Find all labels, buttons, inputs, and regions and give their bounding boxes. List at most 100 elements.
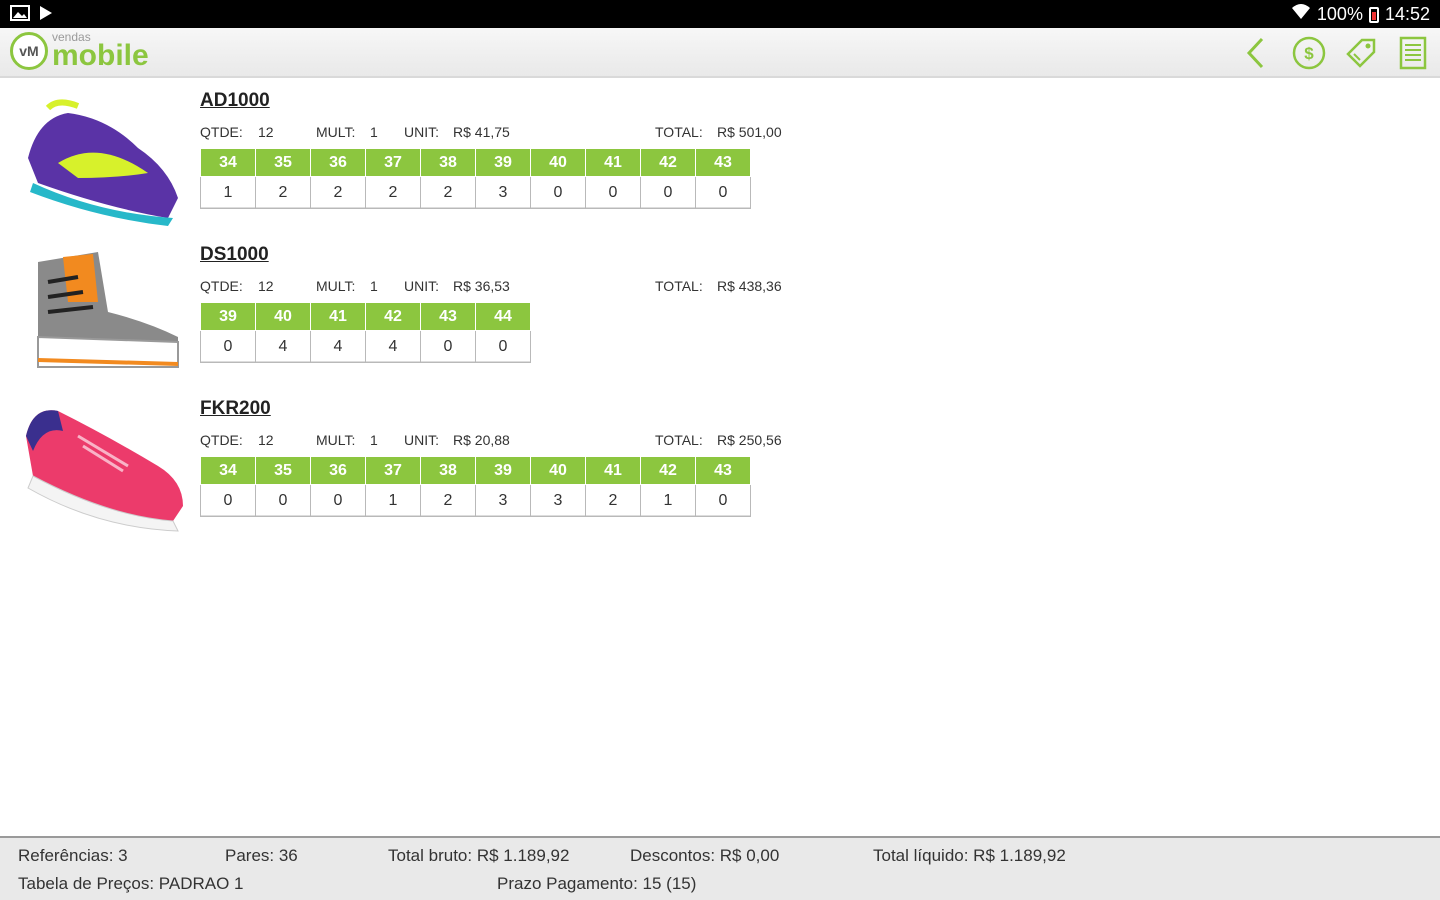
quantity-cell[interactable]: 0 [695,176,751,209]
status-bar-right: 100% 14:52 [1291,3,1430,26]
price-tag-button[interactable] [1344,36,1378,70]
unit-label: UNIT: [404,278,439,294]
size-cell: 34 [200,456,256,485]
total-bruto: Total bruto: R$ 1.189,92 [388,846,570,865]
qtde-value: 12 [258,432,274,448]
sizes-row: 34 35 36 37 38 39 40 41 42 43 [200,148,751,177]
quantity-cell[interactable]: 4 [310,330,366,363]
battery-icon [1368,6,1379,23]
app-bar: vM vendas mobile $ [0,28,1440,78]
product-image [28,99,178,226]
mult-value: 1 [370,124,378,140]
quantity-row: 1 2 2 2 2 3 0 0 0 0 [200,176,751,209]
size-cell: 35 [255,148,311,177]
quantity-cell[interactable]: 0 [200,330,256,363]
payment-button[interactable]: $ [1292,36,1326,70]
unit-value: R$ 20,88 [453,432,510,448]
product-meta: QTDE: 12 MULT: 1 UNIT: R$ 20,88 TOTAL: R… [200,432,800,450]
size-cell: 34 [200,148,256,177]
mult-value: 1 [370,278,378,294]
size-cell: 42 [640,148,696,177]
product-ref[interactable]: DS1000 [200,244,269,266]
app-bar-actions: $ [1240,36,1430,70]
size-grid: 39 40 41 42 43 44 0 4 4 4 0 0 [200,302,531,363]
mult-label: MULT: [316,432,356,448]
descontos: Descontos: R$ 0,00 [630,846,780,865]
quantity-cell[interactable]: 2 [585,484,641,517]
order-summary-footer: Referências: 3 Pares: 36 Total bruto: R$… [0,836,1440,900]
product-ref[interactable]: FKR200 [200,398,271,420]
quantity-cell[interactable]: 0 [695,484,751,517]
prazo-pagamento: Prazo Pagamento: 15 (15) [497,874,697,893]
status-bar-left [10,5,54,26]
quantity-cell[interactable]: 2 [420,176,476,209]
unit-value: R$ 41,75 [453,124,510,140]
play-store-icon [38,5,54,26]
product-row[interactable]: AD1000 QTDE: 12 MULT: 1 UNIT: R$ 41,75 T… [0,88,900,238]
total-value: R$ 501,00 [717,124,782,140]
status-bar: 100% 14:52 [0,0,1440,28]
product-meta: QTDE: 12 MULT: 1 UNIT: R$ 41,75 TOTAL: R… [200,124,800,142]
quantity-cell[interactable]: 3 [530,484,586,517]
logo-mark: vM [10,32,48,70]
unit-label: UNIT: [404,124,439,140]
quantity-cell[interactable]: 2 [365,176,421,209]
quantity-cell[interactable]: 2 [255,176,311,209]
size-cell: 39 [475,148,531,177]
size-cell: 39 [475,456,531,485]
logo-text: vendas mobile [52,31,149,71]
app-logo: vM vendas mobile [10,31,149,71]
size-cell: 35 [255,456,311,485]
total-value: R$ 250,56 [717,432,782,448]
quantity-cell[interactable]: 0 [255,484,311,517]
image-icon [10,5,30,26]
size-cell: 39 [200,302,256,331]
size-cell: 43 [420,302,476,331]
product-meta: QTDE: 12 MULT: 1 UNIT: R$ 36,53 TOTAL: R… [200,278,800,296]
product-row[interactable]: DS1000 QTDE: 12 MULT: 1 UNIT: R$ 36,53 T… [0,242,900,392]
product-row[interactable]: FKR200 QTDE: 12 MULT: 1 UNIT: R$ 20,88 T… [0,396,900,546]
quantity-cell[interactable]: 2 [310,176,366,209]
quantity-cell[interactable]: 3 [475,484,531,517]
size-cell: 38 [420,148,476,177]
quantity-row: 0 0 0 1 2 3 3 2 1 0 [200,484,751,517]
quantity-cell[interactable]: 0 [420,330,476,363]
size-cell: 41 [310,302,366,331]
quantity-cell[interactable]: 0 [585,176,641,209]
quantity-row: 0 4 4 4 0 0 [200,330,531,363]
quantity-cell[interactable]: 3 [475,176,531,209]
total-value: R$ 438,36 [717,278,782,294]
back-icon [1246,37,1264,69]
list-icon [1399,36,1427,70]
size-cell: 40 [530,456,586,485]
size-cell: 38 [420,456,476,485]
quantity-cell[interactable]: 0 [475,330,531,363]
size-grid: 34 35 36 37 38 39 40 41 42 43 0 0 0 1 2 … [200,456,751,517]
mult-value: 1 [370,432,378,448]
quantity-cell[interactable]: 4 [365,330,421,363]
quantity-cell[interactable]: 1 [365,484,421,517]
total-label: TOTAL: [655,432,703,448]
qtde-label: QTDE: [200,432,243,448]
quantity-cell[interactable]: 0 [640,176,696,209]
quantity-cell[interactable]: 0 [310,484,366,517]
size-cell: 44 [475,302,531,331]
quantity-cell[interactable]: 1 [640,484,696,517]
size-cell: 41 [585,456,641,485]
wifi-icon [1291,3,1311,26]
logo-big-text: mobile [52,39,149,72]
size-cell: 41 [585,148,641,177]
order-list-button[interactable] [1396,36,1430,70]
clock: 14:52 [1384,4,1430,24]
sizes-row: 39 40 41 42 43 44 [200,302,531,331]
quantity-cell[interactable]: 0 [200,484,256,517]
total-label: TOTAL: [655,124,703,140]
size-cell: 37 [365,148,421,177]
quantity-cell[interactable]: 4 [255,330,311,363]
quantity-cell[interactable]: 1 [200,176,256,209]
quantity-cell[interactable]: 2 [420,484,476,517]
back-button[interactable] [1240,36,1274,70]
dollar-icon: $ [1292,36,1326,70]
quantity-cell[interactable]: 0 [530,176,586,209]
product-ref[interactable]: AD1000 [200,90,270,112]
